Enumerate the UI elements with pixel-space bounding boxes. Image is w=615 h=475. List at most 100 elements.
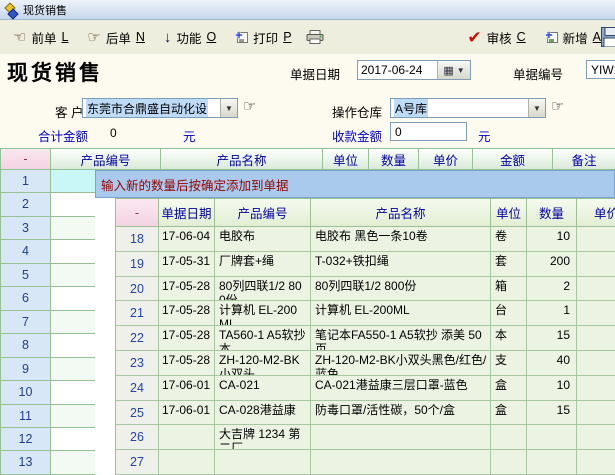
- warehouse-select[interactable]: A号库 ▼: [390, 98, 546, 118]
- popup-grid-row[interactable]: 21 17-05-28 计算机 EL-200ML 计算机 EL-200ML 台 …: [116, 301, 615, 326]
- popup-product-code-cell[interactable]: 80列四联1/2 800份: [215, 277, 311, 302]
- popup-qty-cell[interactable]: [527, 425, 577, 450]
- popup-date-cell[interactable]: [159, 450, 215, 475]
- popup-product-code-cell[interactable]: TA560-1 A5软抄本: [215, 326, 311, 351]
- popup-unit-cell[interactable]: 卷: [491, 227, 527, 252]
- printer-icon[interactable]: [306, 30, 324, 44]
- popup-price-cell[interactable]: [577, 227, 615, 252]
- column-header-qty[interactable]: 数量: [369, 148, 419, 170]
- popup-product-code-cell[interactable]: 电胶布: [215, 227, 311, 252]
- column-header-unit[interactable]: 单位: [323, 148, 369, 170]
- popup-price-cell[interactable]: [577, 401, 615, 426]
- popup-unit-cell[interactable]: 箱: [491, 277, 527, 302]
- column-header-rownum[interactable]: -: [1, 148, 51, 170]
- popup-product-code-cell[interactable]: 厂牌套+绳: [215, 252, 311, 277]
- popup-grid-row[interactable]: 18 17-06-04 电胶布 电胶布 黑色一条10卷 卷 10: [116, 227, 615, 252]
- popup-unit-cell[interactable]: [491, 425, 527, 450]
- popup-header-unit[interactable]: 单位: [491, 198, 527, 227]
- popup-price-cell[interactable]: [577, 425, 615, 450]
- popup-grid-row[interactable]: 25 17-06-01 CA-028港益康 防毒口罩/活性碳，50个/盒 盒 1…: [116, 401, 615, 426]
- print-button[interactable]: 打印P: [230, 25, 296, 50]
- popup-header-product-name[interactable]: 产品名称: [311, 198, 491, 227]
- popup-date-cell[interactable]: 17-05-28: [159, 351, 215, 376]
- popup-date-cell[interactable]: 17-05-28: [159, 301, 215, 326]
- popup-grid-row[interactable]: 26 大吉牌 1234 第二厂: [116, 425, 615, 450]
- popup-price-cell[interactable]: [577, 450, 615, 475]
- popup-grid-row[interactable]: 23 17-05-28 ZH-120-M2-BK小双头 ZH-120-M2-BK…: [116, 351, 615, 376]
- warehouse-browse-icon[interactable]: ☞: [551, 99, 564, 114]
- popup-date-cell[interactable]: 17-06-01: [159, 376, 215, 401]
- popup-date-cell[interactable]: 17-06-04: [159, 227, 215, 252]
- popup-qty-cell[interactable]: 15: [527, 401, 577, 426]
- row-number-cell[interactable]: 8: [1, 334, 51, 357]
- column-header-amount[interactable]: 金额: [473, 148, 553, 170]
- popup-row-number-cell[interactable]: 26: [116, 425, 159, 450]
- popup-product-code-cell[interactable]: 计算机 EL-200ML: [215, 301, 311, 326]
- popup-qty-cell[interactable]: 10: [527, 227, 577, 252]
- popup-grid-row[interactable]: 24 17-06-01 CA-021 CA-021港益康三层口罩-蓝色 盒 10: [116, 376, 615, 401]
- popup-header-date[interactable]: 单据日期: [159, 198, 215, 227]
- popup-header-qty[interactable]: 数量: [527, 198, 577, 227]
- popup-product-name-cell[interactable]: [311, 450, 491, 475]
- popup-product-code-cell[interactable]: [215, 450, 311, 475]
- popup-price-cell[interactable]: [577, 277, 615, 302]
- functions-button[interactable]: ↓ 功能O: [159, 25, 221, 50]
- popup-product-name-cell[interactable]: ZH-120-M2-BK小双头黑色/红色/蓝色: [311, 351, 491, 376]
- popup-header-product-code[interactable]: 产品编号: [215, 198, 311, 227]
- save-icon[interactable]: [601, 27, 615, 47]
- popup-header-rownum[interactable]: -: [116, 198, 159, 227]
- row-number-cell[interactable]: 1: [1, 170, 51, 193]
- customer-dropdown-button[interactable]: ▼: [220, 99, 237, 117]
- popup-qty-cell[interactable]: 2: [527, 277, 577, 302]
- warehouse-dropdown-button[interactable]: ▼: [528, 99, 545, 117]
- popup-unit-cell[interactable]: 盒: [491, 376, 527, 401]
- popup-date-cell[interactable]: 17-05-28: [159, 277, 215, 302]
- row-number-cell[interactable]: 3: [1, 217, 51, 240]
- popup-grid-row[interactable]: 19 17-05-31 厂牌套+绳 T-032+铁扣绳 套 200: [116, 252, 615, 277]
- popup-product-name-cell[interactable]: 防毒口罩/活性碳，50个/盒: [311, 401, 491, 426]
- row-number-cell[interactable]: 6: [1, 287, 51, 310]
- popup-date-cell[interactable]: 17-06-01: [159, 401, 215, 426]
- popup-product-code-cell[interactable]: CA-021: [215, 376, 311, 401]
- popup-product-name-cell[interactable]: T-032+铁扣绳: [311, 252, 491, 277]
- popup-qty-cell[interactable]: 15: [527, 326, 577, 351]
- popup-price-cell[interactable]: [577, 351, 615, 376]
- row-number-cell[interactable]: 9: [1, 358, 51, 381]
- popup-product-name-cell[interactable]: 计算机 EL-200ML: [311, 301, 491, 326]
- popup-grid-row[interactable]: 20 17-05-28 80列四联1/2 800份 80列四联1/2 800份 …: [116, 277, 615, 302]
- popup-row-number-cell[interactable]: 18: [116, 227, 159, 252]
- row-number-cell[interactable]: 13: [1, 451, 51, 474]
- received-amount-field[interactable]: 0: [390, 122, 467, 141]
- popup-product-code-cell[interactable]: 大吉牌 1234 第二厂: [215, 425, 311, 450]
- calendar-dropdown-button[interactable]: ▦ ▼: [437, 61, 470, 79]
- column-header-product-code[interactable]: 产品编号: [51, 148, 161, 170]
- popup-product-name-cell[interactable]: 电胶布 黑色一条10卷: [311, 227, 491, 252]
- popup-product-name-cell[interactable]: [311, 425, 491, 450]
- popup-qty-cell[interactable]: [527, 450, 577, 475]
- popup-grid-row[interactable]: 22 17-05-28 TA560-1 A5软抄本 笔记本FA550-1 A5软…: [116, 326, 615, 351]
- popup-product-name-cell[interactable]: 笔记本FA550-1 A5软抄 添美 50页: [311, 326, 491, 351]
- popup-row-number-cell[interactable]: 27: [116, 450, 159, 475]
- popup-price-cell[interactable]: [577, 301, 615, 326]
- customer-browse-icon[interactable]: ☞: [243, 99, 256, 114]
- column-header-product-name[interactable]: 产品名称: [161, 148, 323, 170]
- popup-qty-cell[interactable]: 1: [527, 301, 577, 326]
- audit-button[interactable]: ✔ 审核C: [462, 25, 530, 50]
- next-doc-button[interactable]: ☞ 后单N: [82, 25, 150, 50]
- popup-product-code-cell[interactable]: CA-028港益康: [215, 401, 311, 426]
- popup-qty-cell[interactable]: 10: [527, 376, 577, 401]
- row-number-cell[interactable]: 4: [1, 240, 51, 263]
- row-number-cell[interactable]: 12: [1, 428, 51, 451]
- row-number-cell[interactable]: 2: [1, 193, 51, 216]
- popup-unit-cell[interactable]: 套: [491, 252, 527, 277]
- popup-row-number-cell[interactable]: 25: [116, 401, 159, 426]
- popup-row-number-cell[interactable]: 24: [116, 376, 159, 401]
- doc-no-field[interactable]: YIW1: [586, 60, 615, 79]
- popup-product-name-cell[interactable]: CA-021港益康三层口罩-蓝色: [311, 376, 491, 401]
- row-number-cell[interactable]: 7: [1, 311, 51, 334]
- column-header-remark[interactable]: 备注: [553, 148, 615, 170]
- popup-unit-cell[interactable]: 台: [491, 301, 527, 326]
- popup-price-cell[interactable]: [577, 252, 615, 277]
- add-new-button[interactable]: 新增A: [540, 25, 606, 50]
- popup-date-cell[interactable]: [159, 425, 215, 450]
